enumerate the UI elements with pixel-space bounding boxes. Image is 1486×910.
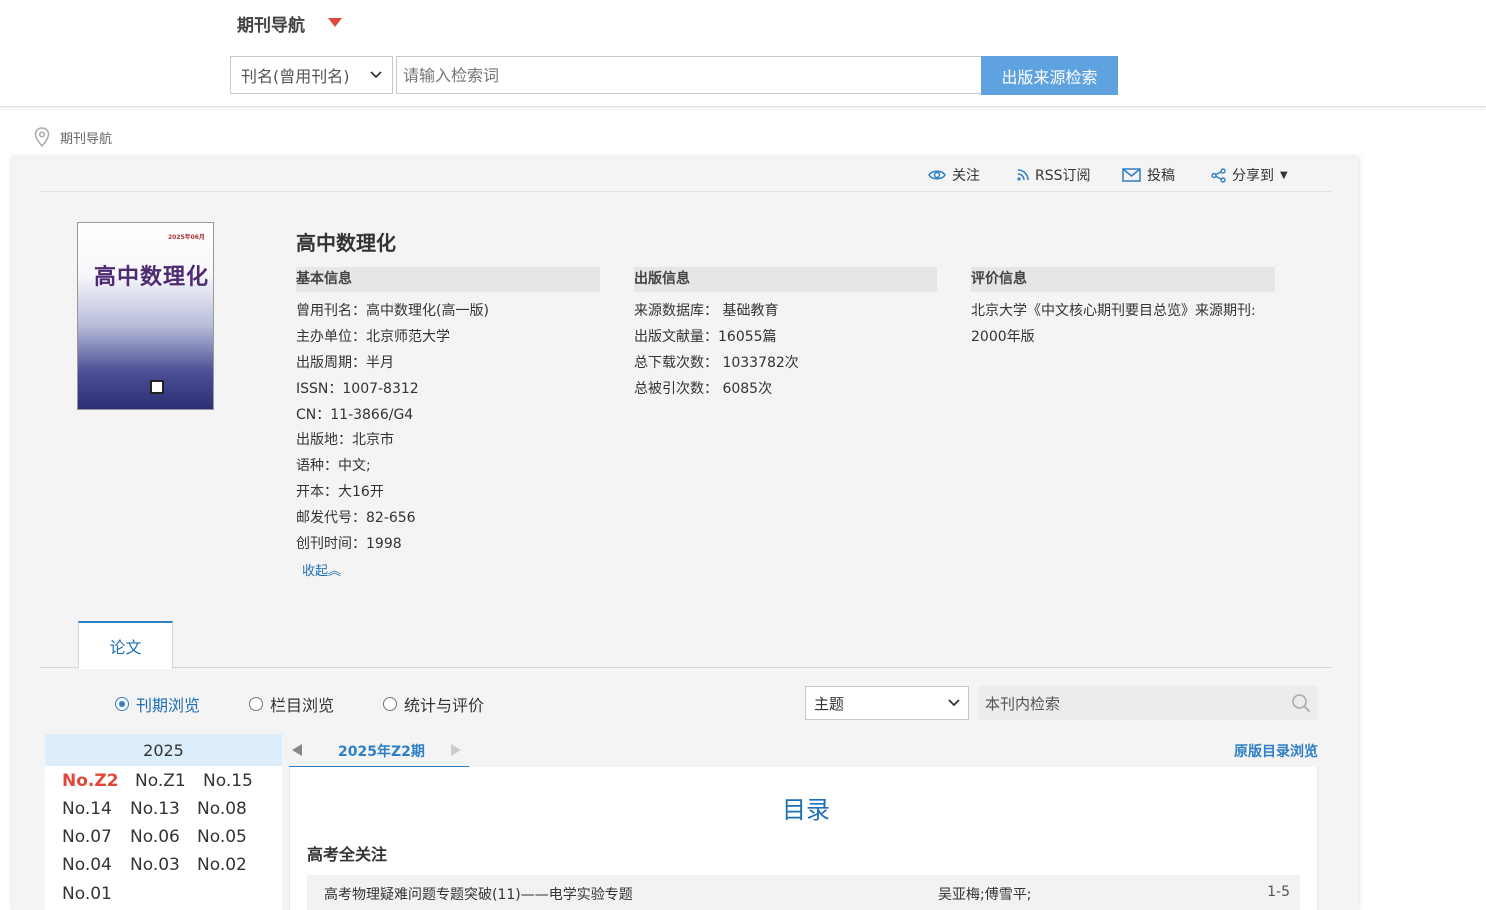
issue-link[interactable]: No.04	[62, 855, 112, 875]
toc-section-heading: 高考全关注	[307, 845, 388, 864]
rss-button[interactable]: RSS订阅	[1017, 165, 1091, 185]
breadcrumb-item[interactable]: 期刊导航	[60, 128, 112, 147]
topic-select-value: 主题	[814, 694, 845, 713]
caret-down-icon: ▼	[1280, 169, 1288, 181]
info-source-db: 来源数据库： 基础教育	[634, 303, 779, 319]
chevron-down-icon	[948, 699, 960, 707]
search-input[interactable]	[396, 56, 982, 94]
eval-line-1: 北京大学《中文核心期刊要目总览》来源期刊:	[971, 303, 1256, 319]
collapse-link[interactable]: 收起︽	[302, 560, 341, 579]
publish-info-heading: 出版信息	[634, 267, 937, 292]
submit-manuscript-button[interactable]: 投稿	[1122, 165, 1175, 185]
issue-link[interactable]: No.14	[62, 799, 112, 819]
topic-select[interactable]: 主题	[805, 686, 969, 720]
original-toc-link[interactable]: 原版目录浏览	[1234, 741, 1318, 761]
search-icon[interactable]	[1291, 693, 1311, 713]
info-language: 语种：中文;	[296, 458, 371, 474]
journal-cover-image[interactable]: 2025年06月 高中数理化	[77, 222, 214, 410]
search-field-select[interactable]: 刊名(曾用刊名)	[230, 56, 393, 94]
issue-link[interactable]: No.07	[62, 827, 112, 847]
issue-link[interactable]: No.Z2	[62, 771, 119, 791]
issue-link[interactable]: No.13	[130, 799, 180, 819]
info-former-name: 曾用刊名：高中数理化(高一版)	[296, 303, 489, 319]
radio-stats-eval[interactable]: 统计与评价	[383, 692, 484, 716]
breadcrumb: 期刊导航	[34, 127, 112, 147]
chevron-down-icon	[370, 71, 382, 79]
publication-search-button[interactable]: 出版来源检索	[981, 56, 1118, 95]
search-field-select-value: 刊名(曾用刊名)	[241, 67, 350, 86]
share-icon	[1211, 167, 1226, 183]
share-button[interactable]: 分享到 ▼	[1211, 165, 1288, 185]
issue-link[interactable]: No.15	[203, 771, 253, 791]
info-issn: ISSN：1007-8312	[296, 381, 419, 397]
radio-unselected-icon	[383, 697, 397, 711]
cover-title: 高中数理化	[94, 264, 210, 290]
tab-papers[interactable]: 论文	[78, 621, 173, 669]
info-cn: CN：11-3866/G4	[296, 407, 414, 423]
issue-link[interactable]: No.01	[62, 884, 112, 904]
rss-label: RSS订阅	[1035, 168, 1091, 184]
follow-button[interactable]: 关注	[928, 165, 980, 185]
eval-line-2: 2000年版	[971, 329, 1035, 345]
journal-name: 高中数理化	[296, 231, 396, 255]
info-frequency: 出版周期：半月	[296, 355, 394, 371]
rss-icon	[1017, 169, 1029, 181]
qr-code-icon	[150, 380, 164, 394]
radio-browse-by-column[interactable]: 栏目浏览	[249, 692, 334, 716]
mail-icon	[1122, 168, 1141, 182]
top-search-bar: 期刊导航 刊名(曾用刊名) 出版来源检索	[0, 0, 1486, 107]
nav-dropdown-arrow-icon[interactable]	[328, 18, 342, 27]
cover-issue-label: 2025年06月	[167, 234, 205, 241]
in-journal-search-placeholder: 本刊内检索	[985, 694, 1061, 713]
info-place: 出版地：北京市	[296, 432, 394, 448]
info-format: 开本：大16开	[296, 484, 384, 500]
radio-browse-by-issue[interactable]: 刊期浏览	[115, 692, 200, 716]
location-pin-icon	[34, 127, 50, 147]
info-postal-code: 邮发代号：82-656	[296, 510, 416, 526]
toc-title: 目录	[782, 796, 830, 824]
info-downloads: 总下载次数： 1033782次	[634, 355, 799, 371]
radio-unselected-icon	[249, 697, 263, 711]
journal-toolbar: 关注 RSS订阅 投稿 分享到 ▼	[40, 158, 1332, 192]
follow-label: 关注	[952, 168, 980, 184]
article-row: 高考物理疑难问题专题突破(11)——电学实验专题 吴亚梅;傅雪平; 1-5	[307, 875, 1300, 910]
journal-nav-title[interactable]: 期刊导航	[237, 11, 305, 36]
info-founded: 创刊时间：1998	[296, 536, 402, 552]
year-heading[interactable]: 2025	[45, 734, 282, 766]
issue-link[interactable]: No.06	[130, 827, 180, 847]
issue-link[interactable]: No.Z1	[135, 771, 186, 791]
tab-divider	[40, 667, 1332, 668]
issue-link[interactable]: No.05	[197, 827, 247, 847]
basic-info-heading: 基本信息	[296, 267, 600, 292]
info-doc-count: 出版文献量：16055篇	[634, 329, 777, 345]
radio-selected-icon	[115, 697, 129, 711]
eye-icon	[928, 170, 946, 180]
article-authors[interactable]: 吴亚梅;傅雪平;	[938, 884, 1031, 904]
next-issue-arrow-icon[interactable]	[451, 744, 461, 756]
submit-label: 投稿	[1147, 168, 1175, 184]
issue-link[interactable]: No.08	[197, 799, 247, 819]
issue-link[interactable]: No.03	[130, 855, 180, 875]
info-citations: 总被引次数： 6085次	[634, 381, 773, 397]
current-issue-tab[interactable]: 2025年Z2期	[338, 741, 425, 761]
prev-issue-arrow-icon[interactable]	[292, 744, 302, 756]
in-journal-search-input[interactable]: 本刊内检索	[979, 686, 1317, 720]
info-sponsor: 主办单位：北京师范大学	[296, 329, 450, 345]
eval-info-heading: 评价信息	[971, 267, 1275, 292]
issue-link[interactable]: No.02	[197, 855, 247, 875]
article-pages: 1-5	[1267, 884, 1290, 900]
article-title-link[interactable]: 高考物理疑难问题专题突破(11)——电学实验专题	[324, 884, 633, 904]
share-label: 分享到	[1232, 168, 1274, 184]
